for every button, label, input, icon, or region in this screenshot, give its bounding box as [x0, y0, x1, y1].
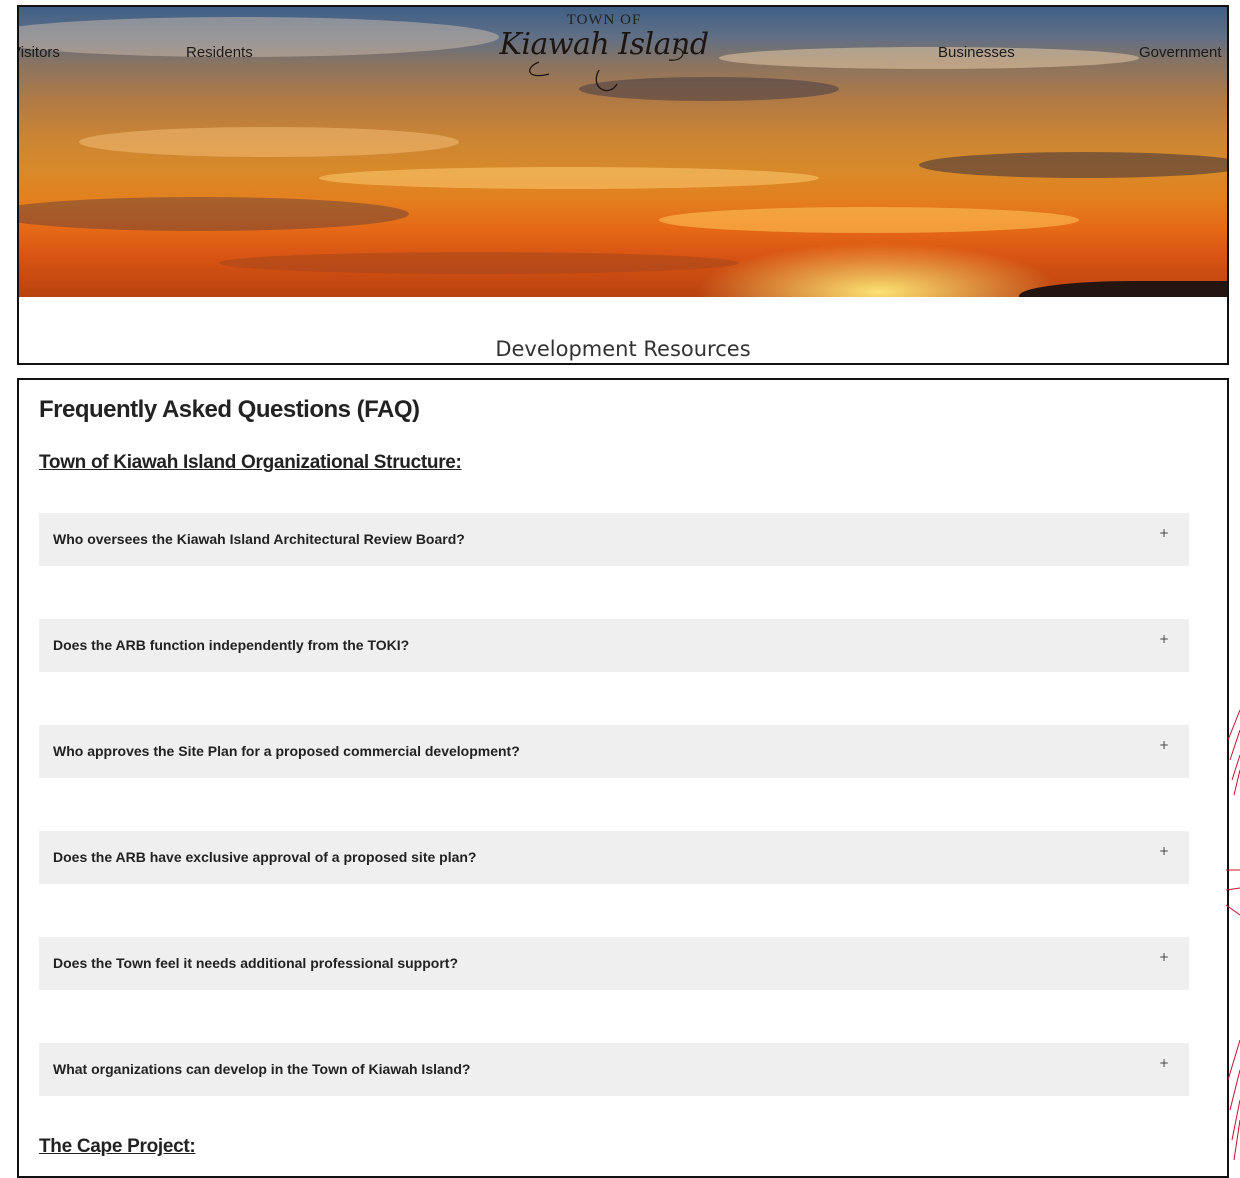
faq-question: Does the ARB function independently from…: [53, 637, 410, 653]
expand-plus-icon[interactable]: +: [1159, 526, 1169, 540]
expand-plus-icon[interactable]: +: [1159, 950, 1169, 964]
faq-item[interactable]: Does the ARB function independently from…: [39, 619, 1189, 672]
faq-question: Who oversees the Kiawah Island Architect…: [53, 531, 465, 547]
nav-visitors[interactable]: Visitors: [19, 44, 60, 61]
faq-item[interactable]: Who oversees the Kiawah Island Architect…: [39, 513, 1189, 566]
faq-question: What organizations can develop in the To…: [53, 1061, 471, 1077]
faq-content-panel: Frequently Asked Questions (FAQ) Town of…: [17, 378, 1229, 1178]
town-logo[interactable]: TOWN OF Kiawah Island: [489, 12, 719, 102]
faq-item[interactable]: Does the Town feel it needs additional p…: [39, 937, 1189, 990]
expand-plus-icon[interactable]: +: [1159, 844, 1169, 858]
section-heading-organizational-structure: Town of Kiawah Island Organizational Str…: [39, 452, 462, 473]
nav-businesses[interactable]: Businesses: [938, 44, 1015, 61]
section-heading-cape-project: The Cape Project:: [39, 1136, 196, 1157]
nav-government[interactable]: Government: [1139, 44, 1222, 61]
page-title: Development Resources: [495, 337, 751, 361]
expand-plus-icon[interactable]: +: [1159, 1056, 1169, 1070]
red-line-decoration: [1226, 709, 1240, 1161]
expand-plus-icon[interactable]: +: [1159, 738, 1169, 752]
faq-question: Does the ARB have exclusive approval of …: [53, 849, 477, 865]
faq-item[interactable]: Does the ARB have exclusive approval of …: [39, 831, 1189, 884]
site-header: Visitors Residents Businesses Government…: [17, 5, 1229, 365]
expand-plus-icon[interactable]: +: [1159, 632, 1169, 646]
sunset-hero-image: Visitors Residents Businesses Government…: [19, 7, 1227, 297]
faq-item[interactable]: Who approves the Site Plan for a propose…: [39, 725, 1189, 778]
logo-swash-icon: [529, 47, 684, 92]
faq-question: Who approves the Site Plan for a propose…: [53, 743, 520, 759]
faq-item[interactable]: What organizations can develop in the To…: [39, 1043, 1189, 1096]
nav-residents[interactable]: Residents: [186, 44, 253, 61]
faq-heading: Frequently Asked Questions (FAQ): [39, 396, 420, 423]
faq-question: Does the Town feel it needs additional p…: [53, 955, 459, 971]
shoreline-silhouette: [1019, 281, 1227, 297]
